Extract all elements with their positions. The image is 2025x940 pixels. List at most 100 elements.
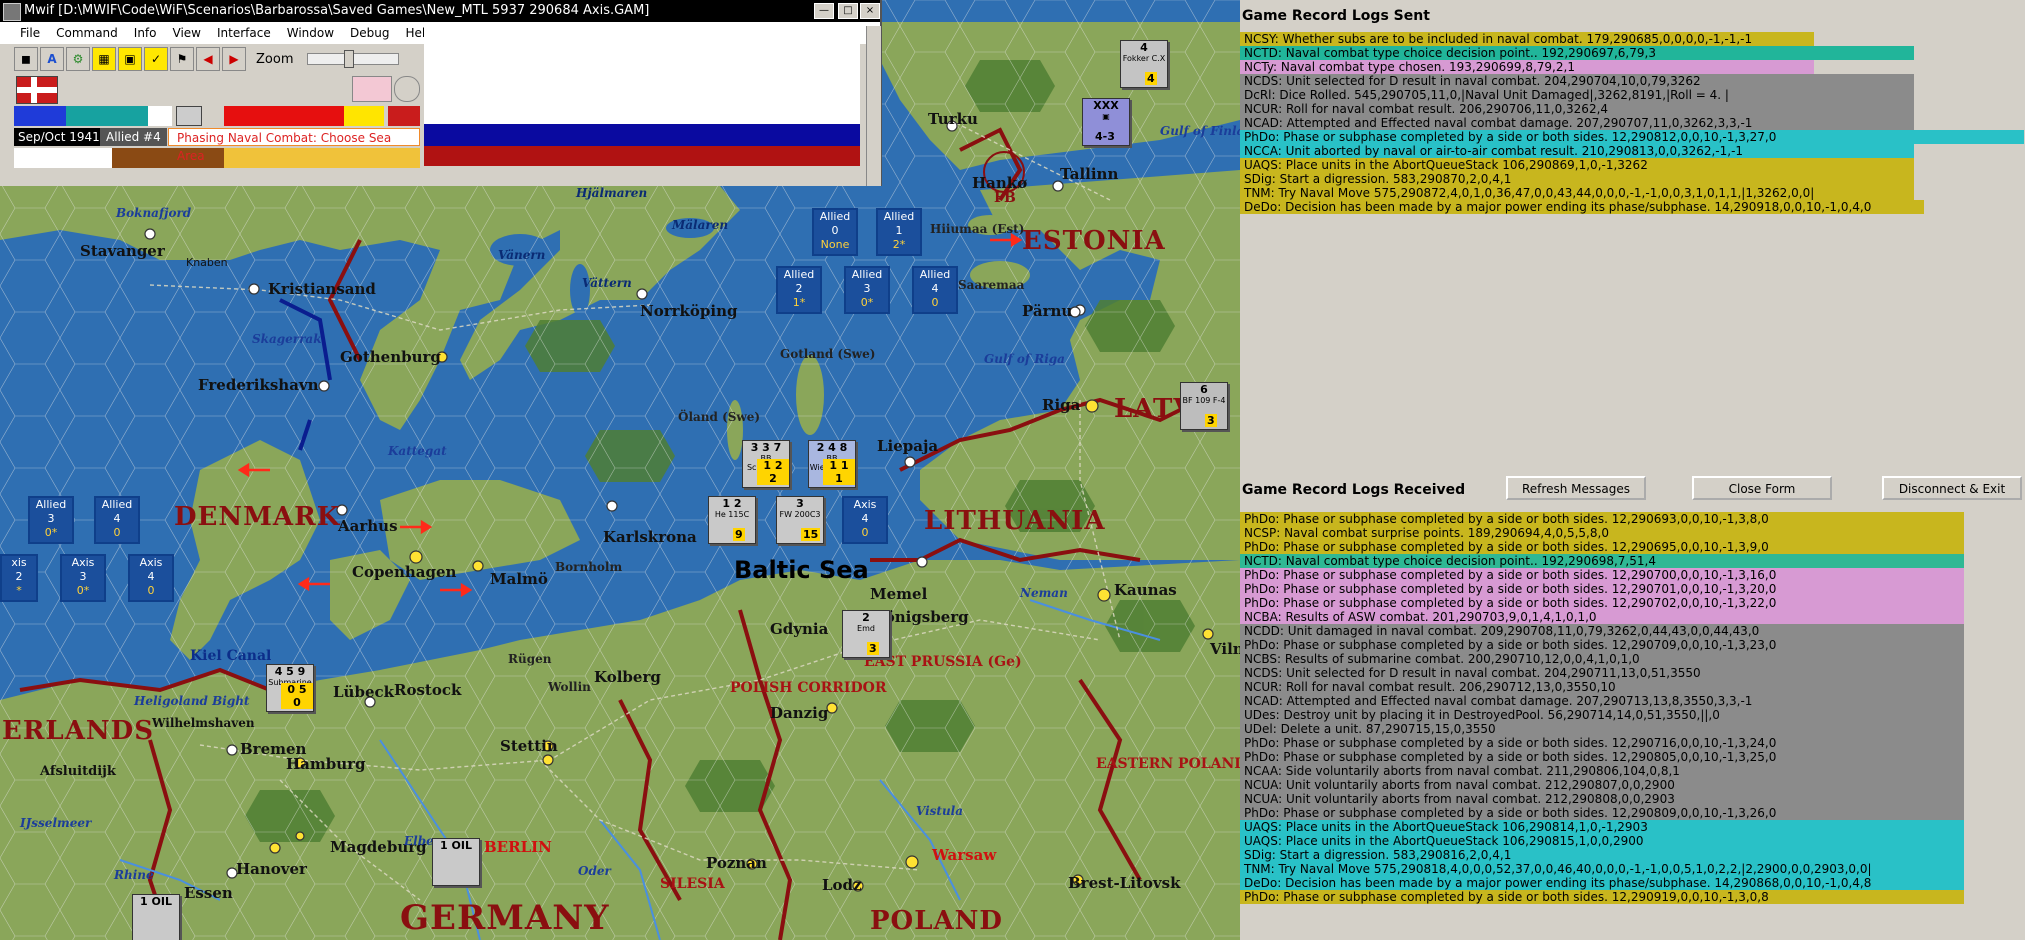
menu-view[interactable]: View: [173, 26, 201, 40]
log-line[interactable]: SDig: Start a digression. 583,290816,2,0…: [1240, 848, 1964, 862]
log-line[interactable]: TNM: Try Naval Move 575,290872,4,0,1,0,3…: [1240, 186, 1914, 200]
log-line[interactable]: PhDo: Phase or subphase completed by a s…: [1240, 130, 2024, 144]
log-line[interactable]: SDig: Start a digression. 583,290870,2,0…: [1240, 172, 1914, 186]
log-line[interactable]: NCUR: Roll for naval combat result. 206,…: [1240, 102, 1914, 116]
log-line[interactable]: UAQS: Place units in the AbortQueueStack…: [1240, 820, 1964, 834]
vertical-scrollbar[interactable]: [866, 26, 881, 186]
minimize-button[interactable]: —: [814, 3, 834, 19]
log-line[interactable]: NCTD: Naval combat type choice decision …: [1240, 554, 1964, 568]
log-line[interactable]: PhDo: Phase or subphase completed by a s…: [1240, 540, 1964, 554]
sea-box-stack[interactable]: Allied 4 0: [94, 496, 140, 544]
log-line[interactable]: NCUA: Unit voluntarily aborts from naval…: [1240, 792, 1964, 806]
sea-box-stack[interactable]: Allied 2 1*: [776, 266, 822, 314]
logs-received-list[interactable]: PhDo: Phase or subphase completed by a s…: [1240, 512, 2025, 904]
log-line[interactable]: PhDo: Phase or subphase completed by a s…: [1240, 582, 1964, 596]
gear-icon[interactable]: ⚙: [66, 47, 90, 71]
sea-box-stack[interactable]: Allied 3 0*: [844, 266, 890, 314]
refresh-messages-button[interactable]: Refresh Messages: [1506, 476, 1646, 500]
unit-counter[interactable]: 6 BF 109 F-4 3: [1180, 382, 1228, 430]
sea-box-stack[interactable]: xis 2 *: [0, 554, 38, 602]
log-line[interactable]: PhDo: Phase or subphase completed by a s…: [1240, 890, 1964, 904]
log-line[interactable]: PhDo: Phase or subphase completed by a s…: [1240, 806, 1964, 820]
axis-flag-icon[interactable]: [176, 106, 202, 126]
log-line[interactable]: NCUR: Roll for naval combat result. 206,…: [1240, 680, 1964, 694]
log-line[interactable]: NCTD: Naval combat type choice decision …: [1240, 46, 1914, 60]
title-bar[interactable]: Mwif [D:\MWIF\Code\WiF\Scenarios\Barbaro…: [0, 0, 880, 22]
sea-box-stack[interactable]: Allied 4 0: [912, 266, 958, 314]
log-line[interactable]: NCUA: Unit voluntarily aborts from naval…: [1240, 778, 1964, 792]
record-button[interactable]: [394, 76, 420, 102]
log-line[interactable]: PhDo: Phase or subphase completed by a s…: [1240, 568, 1964, 582]
sea-box-stack[interactable]: Allied 3 0*: [28, 496, 74, 544]
log-line[interactable]: UDes: Destroy unit by placing it in Dest…: [1240, 708, 1964, 722]
unit-counter[interactable]: XXX ▣ 4-3: [1082, 98, 1130, 146]
unit-counter[interactable]: 1 2 He 115C 9: [708, 496, 756, 544]
log-line[interactable]: UAQS: Place units in the AbortQueueStack…: [1240, 834, 1964, 848]
log-line[interactable]: NCBA: Results of ASW combat. 201,290703,…: [1240, 610, 1964, 624]
log-line[interactable]: NCDS: Unit selected for D result in nava…: [1240, 666, 1964, 680]
color-strip: [424, 106, 860, 124]
arrow-left-icon[interactable]: ◀: [196, 47, 220, 71]
log-line[interactable]: PhDo: Phase or subphase completed by a s…: [1240, 596, 1964, 610]
log-line[interactable]: NCAD: Attempted and Effected naval comba…: [1240, 116, 1914, 130]
menu-info[interactable]: Info: [134, 26, 157, 40]
oil-counter[interactable]: 1 OIL: [132, 894, 180, 940]
menu-file[interactable]: File: [20, 26, 40, 40]
flag-icon[interactable]: ⚑: [170, 47, 194, 71]
menu-window[interactable]: Window: [287, 26, 334, 40]
app-icon[interactable]: [3, 3, 21, 21]
unit-counter[interactable]: 4 Fokker C.X 4: [1120, 40, 1168, 88]
log-line[interactable]: TNM: Try Naval Move 575,290818,4,0,0,0,5…: [1240, 862, 1964, 876]
unit-counter[interactable]: 3 3 7BB Schlesien1 2 2: [742, 440, 790, 488]
logs-sent-list[interactable]: NCSY: Whether subs are to be included in…: [1240, 32, 2025, 214]
menu-command[interactable]: Command: [56, 26, 118, 40]
sea-box-stack[interactable]: Allied 1 2*: [876, 208, 922, 256]
log-line[interactable]: NCCA: Unit aborted by naval or air-to-ai…: [1240, 144, 1914, 158]
log-line[interactable]: PhDo: Phase or subphase completed by a s…: [1240, 736, 1964, 750]
maximize-button[interactable]: □: [838, 3, 858, 19]
sea-box-stack[interactable]: Axis 3 0*: [60, 554, 106, 602]
arrow-right-icon[interactable]: ▶: [222, 47, 246, 71]
log-line[interactable]: DeDo: Decision has been made by a major …: [1240, 876, 1964, 890]
unit-counter[interactable]: 4 5 9Submarine0 5 0: [266, 664, 314, 712]
log-line[interactable]: NCSP: Naval combat surprise points. 189,…: [1240, 526, 1964, 540]
log-line[interactable]: NCDS: Unit selected for D result in nava…: [1240, 74, 1914, 88]
log-line[interactable]: DeDo: Decision has been made by a major …: [1240, 200, 1924, 214]
germany-flag-icon[interactable]: [388, 106, 420, 126]
log-line[interactable]: PhDo: Phase or subphase completed by a s…: [1240, 638, 1964, 652]
close-form-button[interactable]: Close Form: [1692, 476, 1832, 500]
tank-icon[interactable]: ◼: [14, 47, 38, 71]
log-line[interactable]: NCAA: Side voluntarily aborts from naval…: [1240, 764, 1964, 778]
text-icon[interactable]: A: [40, 47, 64, 71]
unit-counter[interactable]: 3 FW 200C3 15: [776, 496, 824, 544]
log-line[interactable]: DcRl: Dice Rolled. 545,290705,11,0,|Nava…: [1240, 88, 1914, 102]
stack-val: 0: [147, 584, 155, 597]
sea-box-stack[interactable]: Axis 4 0: [128, 554, 174, 602]
zoom-slider-thumb[interactable]: [344, 50, 355, 68]
zoom-slider[interactable]: [307, 50, 400, 68]
grid-icon[interactable]: ▣: [118, 47, 142, 71]
menu-interface[interactable]: Interface: [217, 26, 271, 40]
menu-debug[interactable]: Debug: [350, 26, 389, 40]
log-line[interactable]: NCDD: Unit damaged in naval combat. 209,…: [1240, 624, 1964, 638]
sea-box-stack[interactable]: Allied 0 None: [812, 208, 858, 256]
nation-flag-icon[interactable]: [16, 76, 58, 104]
log-line[interactable]: NCTy: Naval combat type chosen. 193,2906…: [1240, 60, 1814, 74]
close-button[interactable]: ×: [860, 3, 880, 19]
log-line[interactable]: NCSY: Whether subs are to be included in…: [1240, 32, 1814, 46]
unit-button[interactable]: [352, 76, 392, 102]
log-line[interactable]: UDel: Delete a unit. 87,290715,15,0,3550: [1240, 722, 1964, 736]
log-line[interactable]: NCBS: Results of submarine combat. 200,2…: [1240, 652, 1964, 666]
log-line[interactable]: UAQS: Place units in the AbortQueueStack…: [1240, 158, 1914, 172]
disconnect-exit-button[interactable]: Disconnect & Exit: [1882, 476, 2022, 500]
sea-label: Heligoland Bight: [134, 694, 250, 708]
log-line[interactable]: PhDo: Phase or subphase completed by a s…: [1240, 512, 1964, 526]
unit-counter[interactable]: 2 Emd 3: [842, 610, 890, 658]
unit-counter[interactable]: 2 4 8BB Wiesentien1 1 1: [808, 440, 856, 488]
log-line[interactable]: NCAD: Attempted and Effected naval comba…: [1240, 694, 1964, 708]
oil-counter[interactable]: 1 OIL: [432, 838, 480, 886]
layer-icon[interactable]: ▦: [92, 47, 116, 71]
sea-box-stack[interactable]: Axis 4 0: [842, 496, 888, 544]
log-line[interactable]: PhDo: Phase or subphase completed by a s…: [1240, 750, 1964, 764]
check-icon[interactable]: ✓: [144, 47, 168, 71]
